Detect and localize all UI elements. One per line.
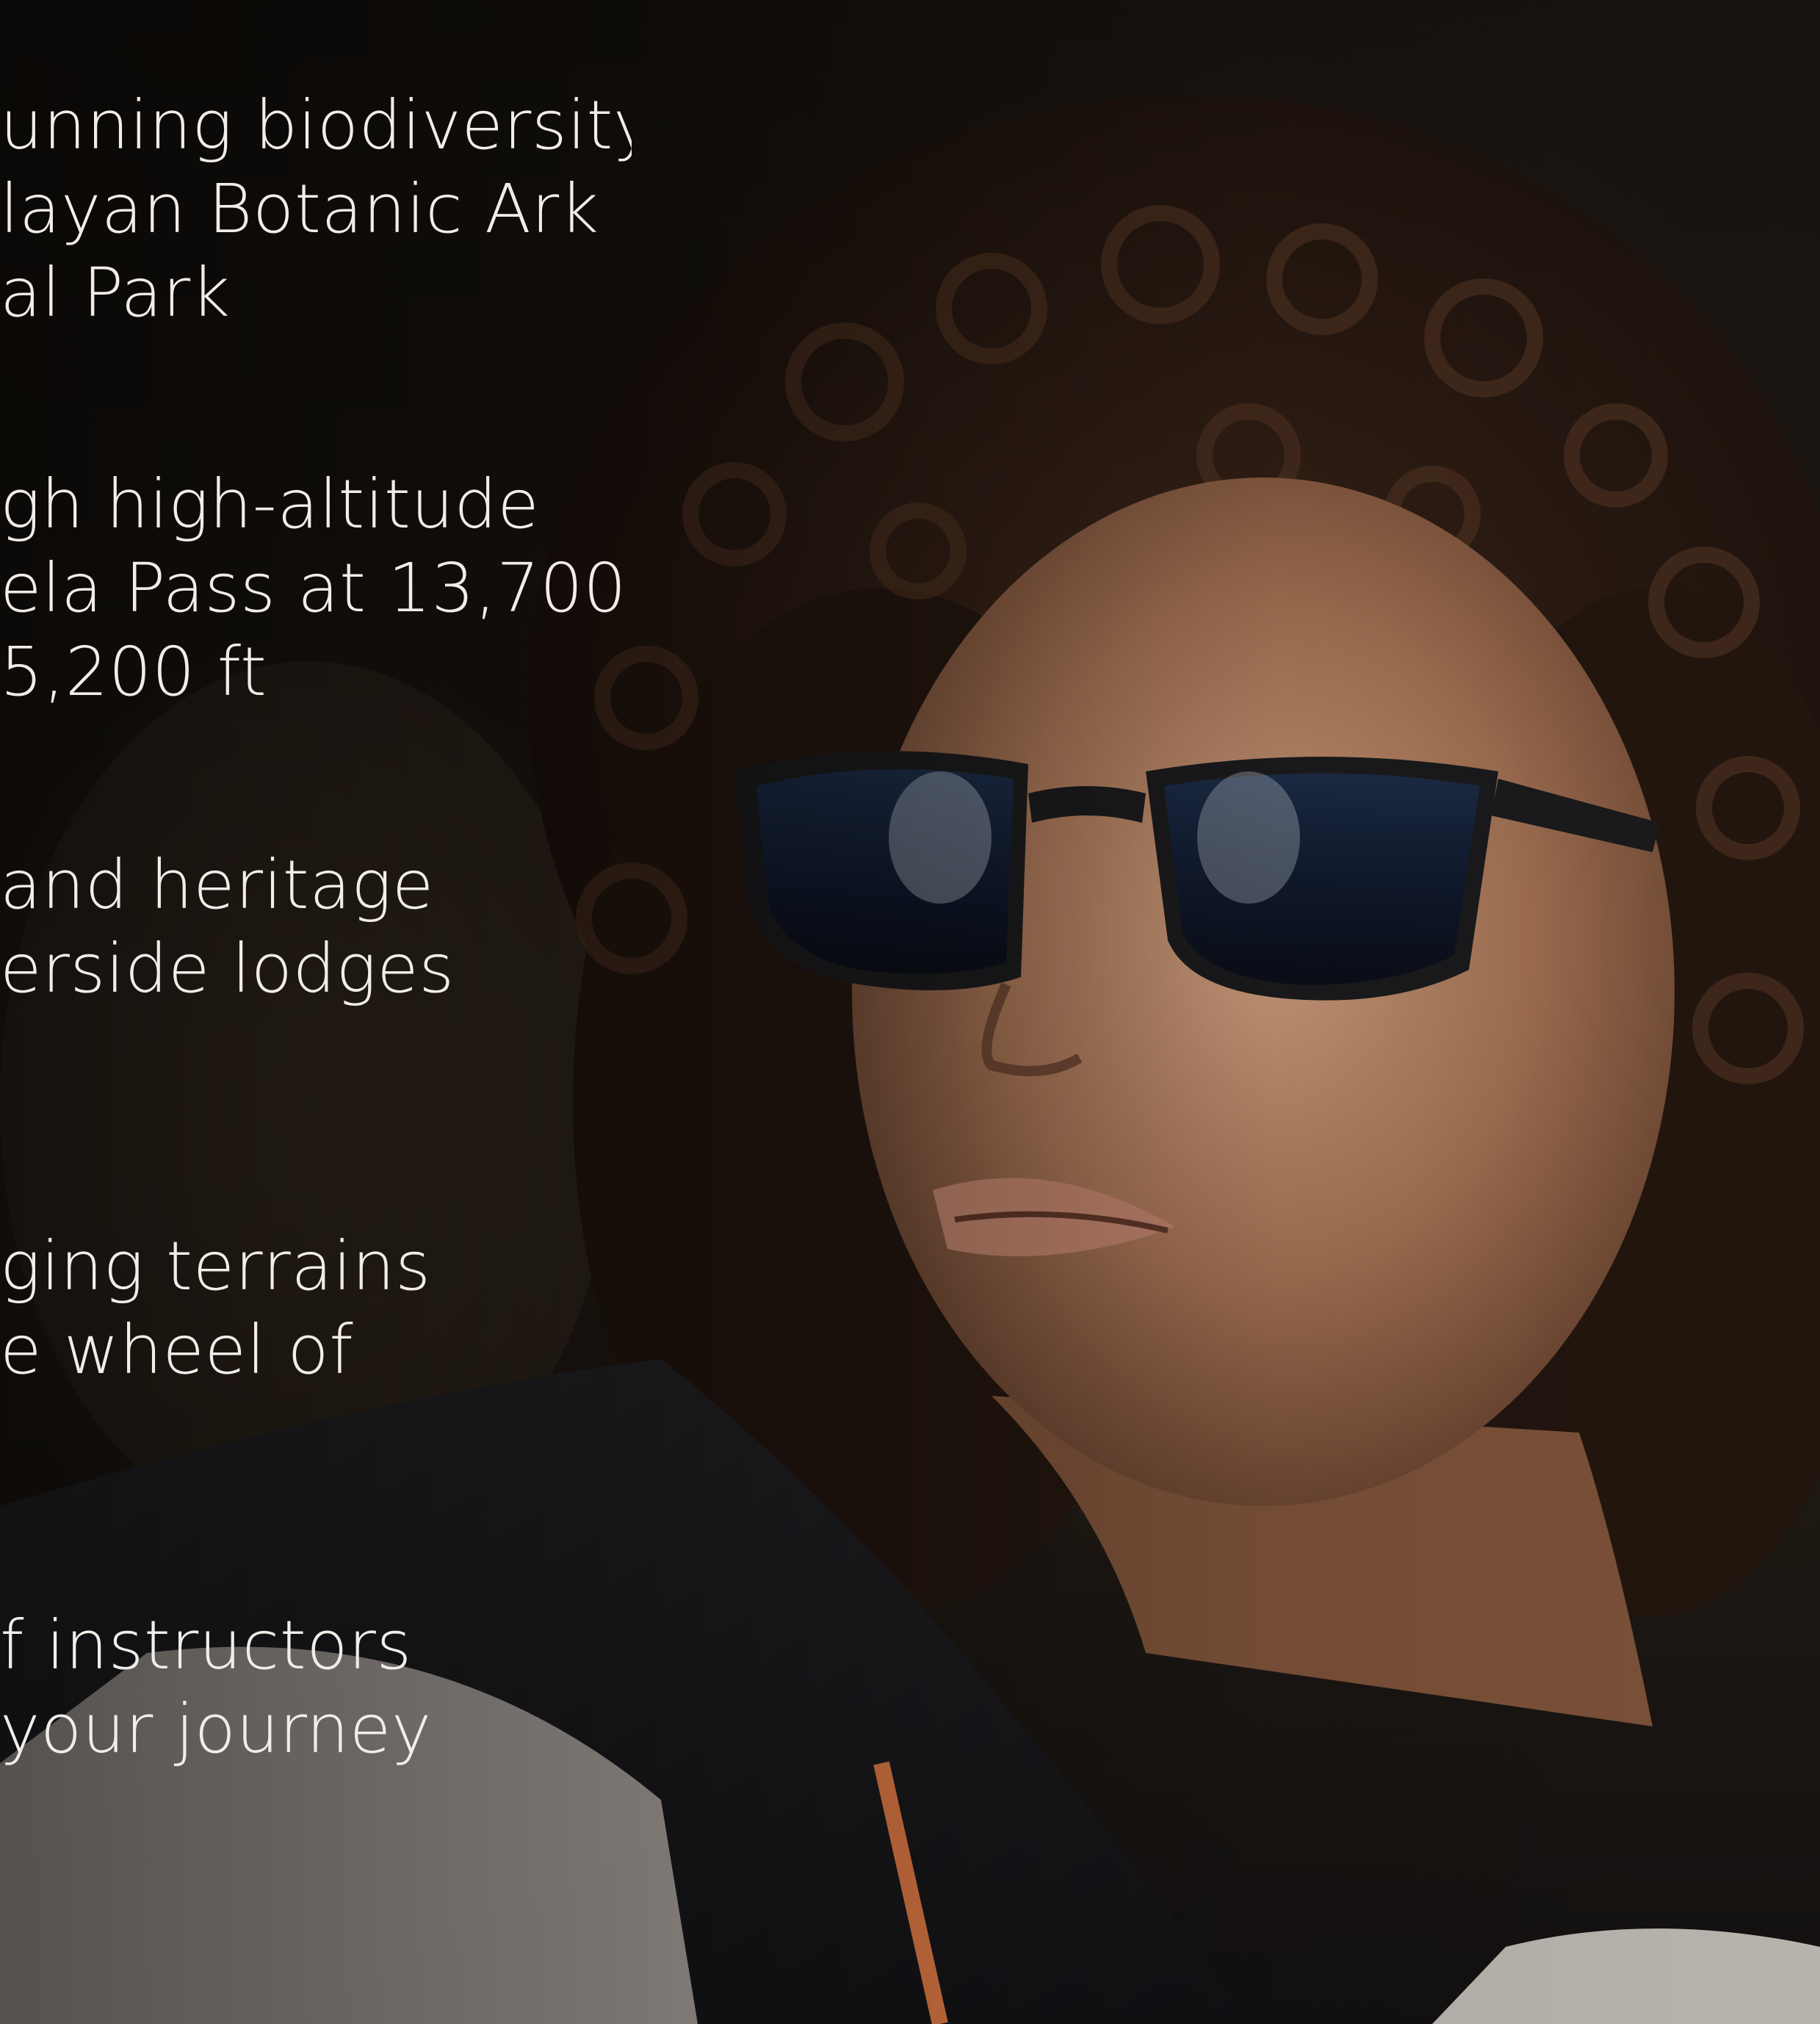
feature-line: 5,200 ft: [0, 633, 267, 711]
feature-item-instructors: f instructors your journey: [0, 1604, 432, 1771]
hero-section: unning biodiversity layan Botanic Ark al…: [0, 0, 1820, 2024]
feature-line: al Park: [0, 253, 231, 332]
feature-item-high-altitude: gh high-altitude ela Pass at 13,700 ft 5…: [0, 463, 632, 714]
feature-item-terrains: ging terrains e wheel of: [0, 1225, 431, 1392]
feature-line: gh high-altitude: [0, 465, 540, 544]
feature-line: unning biodiversity: [0, 86, 632, 165]
feature-line: ging terrains: [0, 1227, 431, 1305]
feature-line: f instructors: [0, 1606, 412, 1685]
feature-line: e wheel of: [0, 1311, 354, 1389]
feature-item-heritage: and heritage erside lodges: [0, 843, 455, 1011]
feature-item-biodiversity: unning biodiversity layan Botanic Ark al…: [0, 84, 632, 335]
feature-line: layan Botanic Ark: [0, 170, 599, 248]
feature-list: unning biodiversity layan Botanic Ark al…: [0, 0, 632, 2024]
feature-line: erside lodges: [0, 929, 455, 1008]
feature-line: ela Pass at 13,700 ft: [0, 549, 632, 627]
feature-line: your journey: [0, 1690, 432, 1768]
feature-line: and heritage: [0, 846, 434, 924]
